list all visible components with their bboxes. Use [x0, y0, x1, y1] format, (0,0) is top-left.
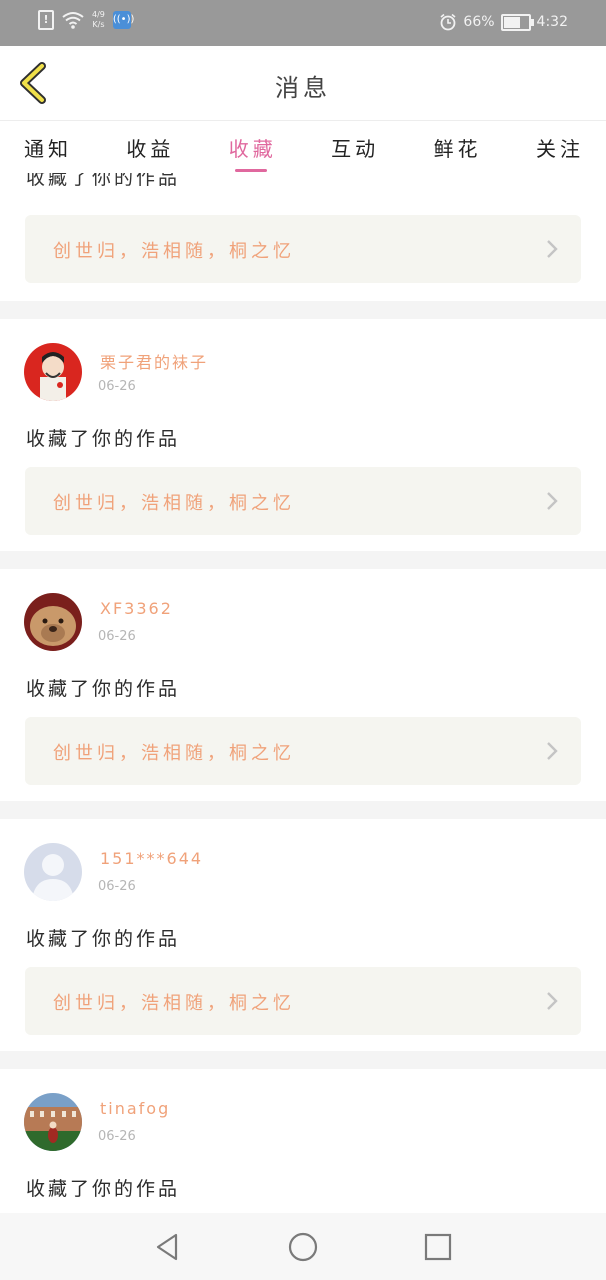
divider — [0, 551, 606, 569]
work-card[interactable]: 创世归，浩相随，桐之忆 — [25, 967, 581, 1035]
list-item: tinafog 06-26 收藏了你的作品 — [0, 1069, 606, 1213]
avatar[interactable] — [24, 1093, 82, 1151]
message-list[interactable]: 收藏了你的作品 创世归，浩相随，桐之忆 栗子君的袜子 06-26 收藏了你的作品 — [0, 173, 606, 1213]
date: 06-26 — [98, 629, 136, 644]
work-title: 创世归，浩相随，桐之忆 — [53, 241, 295, 262]
title-bar: 消息 — [0, 46, 606, 121]
tab-earnings[interactable]: 收益 — [126, 121, 174, 173]
circle-home-icon[interactable] — [287, 1231, 319, 1263]
hotspot-icon: ((•)) — [112, 11, 134, 29]
chevron-right-icon — [547, 742, 558, 760]
navigation-bar — [0, 1213, 606, 1280]
divider — [0, 801, 606, 819]
divider — [0, 1051, 606, 1069]
status-right: 66% 4:32 — [439, 13, 568, 31]
action-text: 收藏了你的作品 — [26, 928, 181, 950]
clock: 4:32 — [536, 14, 568, 30]
battery-percent: 66% — [463, 14, 495, 30]
divider — [0, 301, 606, 319]
chevron-right-icon — [547, 992, 558, 1010]
tab-bar: 通知 收益 收藏 互动 鲜花 关注 — [0, 121, 606, 173]
tab-favorites[interactable]: 收藏 — [229, 121, 277, 173]
work-title: 创世归，浩相随，桐之忆 — [53, 743, 295, 764]
triangle-back-icon[interactable] — [152, 1231, 184, 1263]
action-text: 收藏了你的作品 — [26, 173, 181, 189]
default-person-avatar-icon — [24, 843, 82, 901]
speed-unit: K/s — [92, 20, 105, 29]
square-recent-icon[interactable] — [422, 1231, 454, 1263]
dog-avatar-icon — [24, 593, 82, 651]
work-card[interactable]: 创世归，浩相随，桐之忆 — [25, 215, 581, 283]
avatar[interactable] — [24, 843, 82, 901]
username[interactable]: 151***644 — [100, 849, 203, 868]
alarm-icon — [440, 13, 456, 31]
username[interactable]: 栗子君的袜子 — [100, 349, 208, 373]
date: 06-26 — [98, 379, 136, 394]
tab-flowers[interactable]: 鲜花 — [434, 121, 482, 173]
tab-notice[interactable]: 通知 — [24, 121, 72, 173]
username[interactable]: XF3362 — [100, 599, 173, 618]
battery-icon — [500, 13, 534, 31]
network-speed: 4/9 K/s — [92, 10, 105, 30]
action-text: 收藏了你的作品 — [26, 428, 181, 450]
status-left: ! 4/9 K/s ((•)) — [38, 10, 134, 30]
action-text: 收藏了你的作品 — [26, 678, 181, 700]
list-item: 收藏了你的作品 创世归，浩相随，桐之忆 — [0, 173, 606, 301]
work-card[interactable]: 创世归，浩相随，桐之忆 — [25, 717, 581, 785]
work-title: 创世归，浩相随，桐之忆 — [53, 993, 295, 1014]
building-avatar-icon — [24, 1093, 82, 1151]
speed-value: 4/9 — [92, 10, 105, 19]
list-item: 栗子君的袜子 06-26 收藏了你的作品 创世归，浩相随，桐之忆 — [0, 319, 606, 551]
list-item: 151***644 06-26 收藏了你的作品 创世归，浩相随，桐之忆 — [0, 819, 606, 1051]
chevron-right-icon — [547, 240, 558, 258]
work-card[interactable]: 创世归，浩相随，桐之忆 — [25, 467, 581, 535]
tab-interaction[interactable]: 互动 — [331, 121, 379, 173]
chevron-right-icon — [547, 492, 558, 510]
action-text: 收藏了你的作品 — [26, 1178, 181, 1200]
avatar[interactable] — [24, 593, 82, 651]
date: 06-26 — [98, 879, 136, 894]
work-title: 创世归，浩相随，桐之忆 — [53, 493, 295, 514]
wifi-icon — [62, 12, 84, 29]
username[interactable]: tinafog — [100, 1099, 170, 1118]
page-title: 消息 — [275, 74, 331, 102]
date: 06-26 — [98, 1129, 136, 1144]
list-item: XF3362 06-26 收藏了你的作品 创世归，浩相随，桐之忆 — [0, 569, 606, 801]
status-bar: ! 4/9 K/s ((•)) 66% 4:32 — [0, 0, 606, 46]
sim-alert-icon: ! — [38, 10, 54, 30]
tab-follow[interactable]: 关注 — [536, 121, 584, 173]
avatar[interactable] — [24, 343, 82, 401]
red-portrait-avatar-icon — [24, 343, 82, 401]
